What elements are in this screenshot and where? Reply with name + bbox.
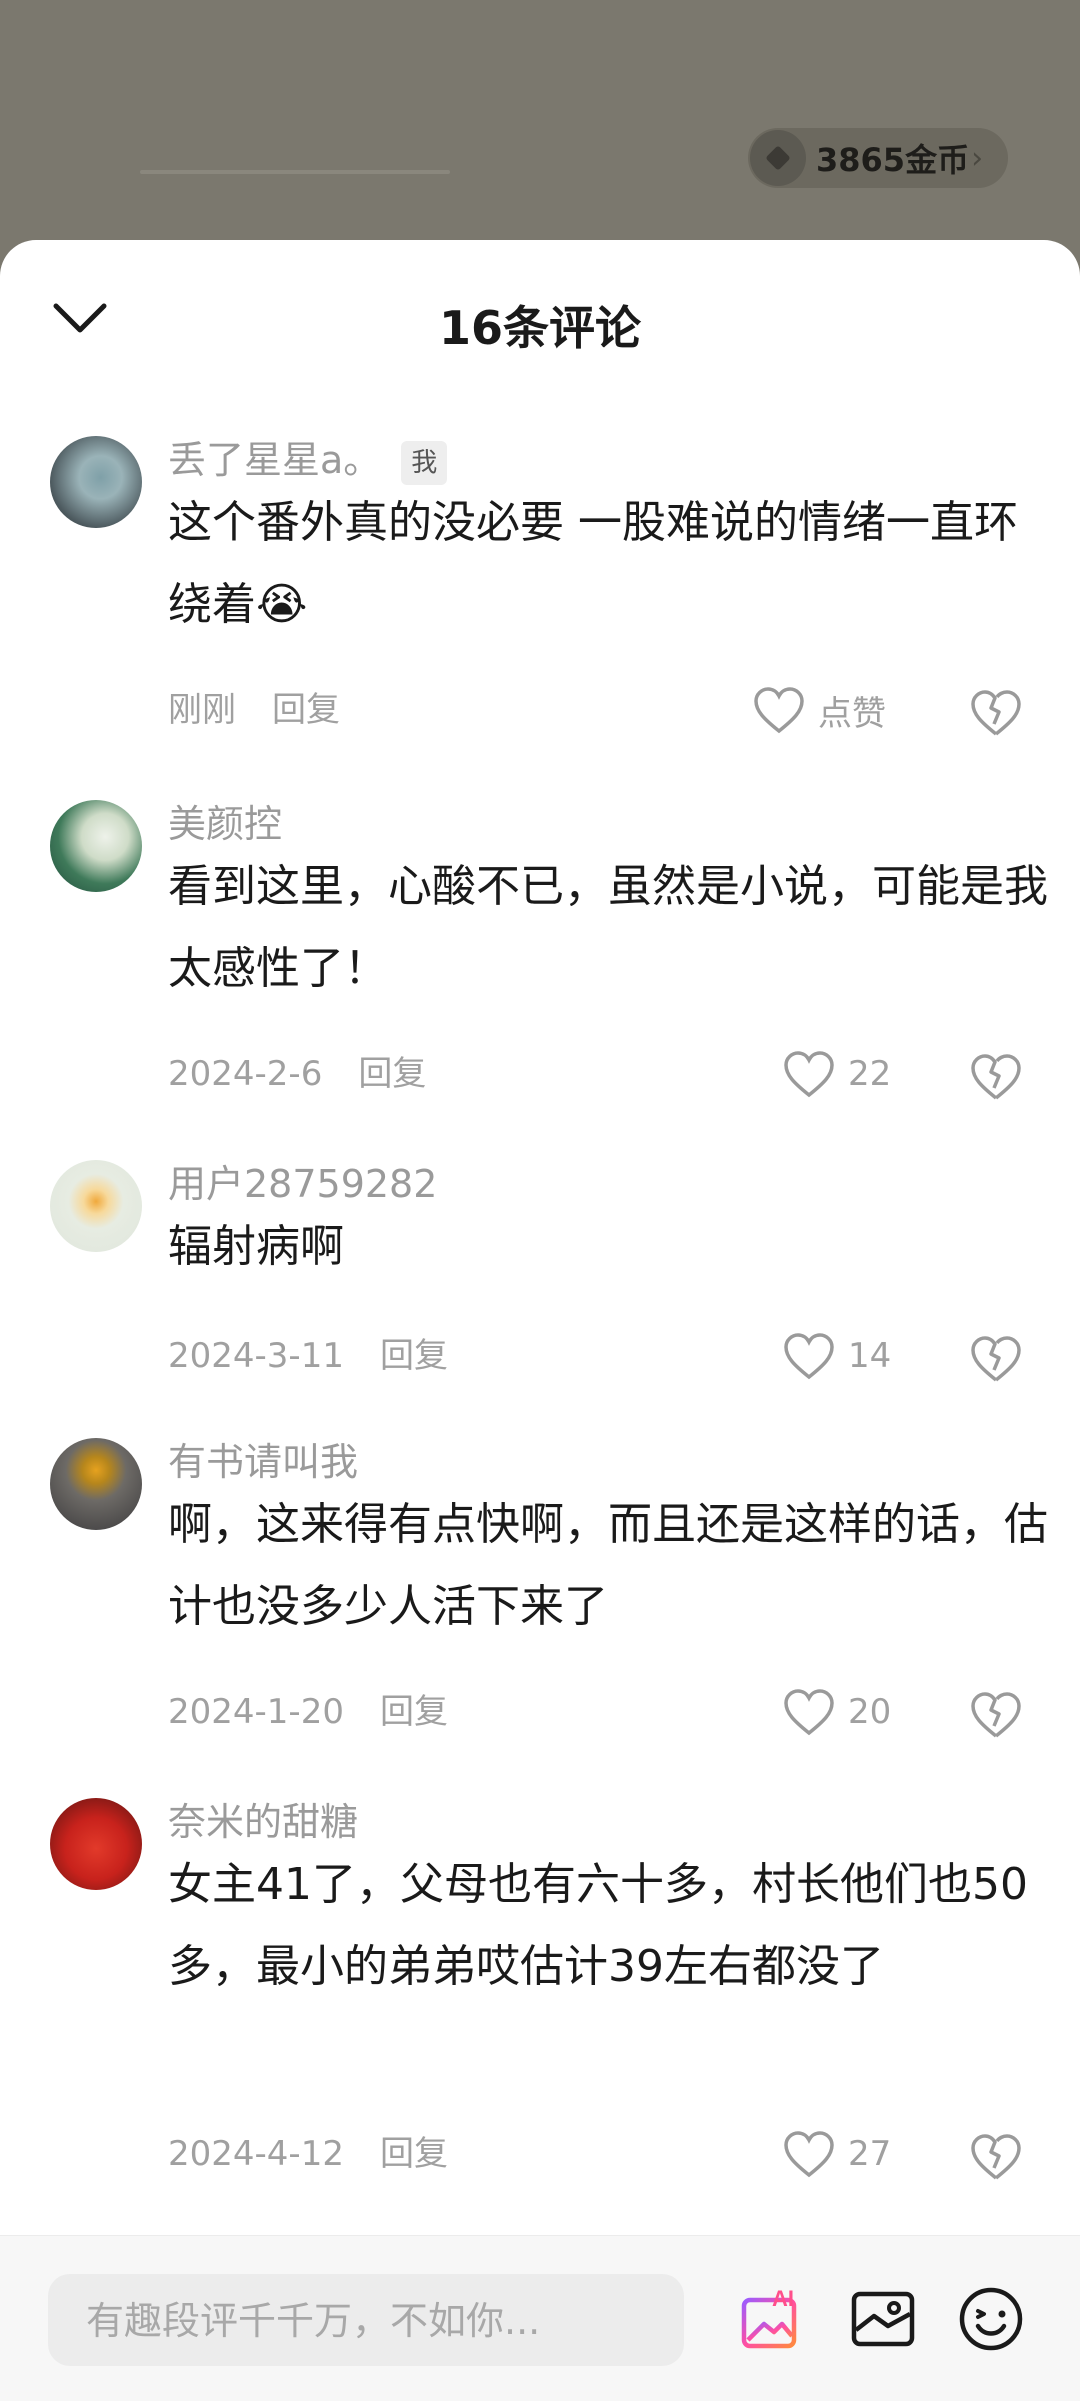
like-count: 27 [848, 2134, 892, 2174]
comment-time: 刚刚 [168, 690, 236, 730]
comment-content[interactable]: 辐射病啊 [168, 1206, 1048, 1288]
sheet-header: 16条评论 [0, 240, 1080, 370]
comment-time: 2024-2-6 [168, 1054, 323, 1094]
comment-username[interactable]: 奈米的甜糖 [168, 1798, 358, 1846]
reply-button[interactable]: 回复 [380, 1692, 448, 1732]
reply-button[interactable]: 回复 [358, 1054, 426, 1094]
broken-heart-icon[interactable] [968, 1048, 1024, 1104]
comment-item: 用户28759282 辐射病啊 2024-3-11 回复 14 [0, 1160, 1080, 1382]
like-count: 点赞 [818, 693, 886, 734]
heart-icon [784, 1689, 834, 1736]
like-button[interactable]: 22 [782, 1044, 891, 1104]
heart-icon [784, 2131, 834, 2178]
like-count: 14 [848, 1336, 892, 1376]
comment-item: 奈米的甜糖 女主41了，父母也有六十多，村长他们也50多，最小的弟弟哎估计39左… [0, 1798, 1080, 2198]
comment-input-bar: AI [0, 2235, 1080, 2401]
emoji-icon[interactable] [956, 2284, 1026, 2354]
avatar[interactable] [50, 1438, 142, 1530]
comment-input-wrapper[interactable] [48, 2274, 684, 2368]
comment-meta: 2024-2-6 回复 [168, 1050, 426, 1098]
reply-button[interactable]: 回复 [272, 690, 340, 730]
chevron-right-icon: › [971, 140, 984, 176]
background-reader-area: 3865金币 › [0, 0, 1080, 240]
like-button[interactable]: 20 [782, 1682, 891, 1742]
like-button[interactable]: 27 [782, 2124, 891, 2184]
comments-title: 16条评论 [438, 301, 641, 355]
comment-username[interactable]: 美颜控 [168, 800, 282, 848]
comment-time: 2024-3-11 [168, 1336, 344, 1376]
coin-icon [750, 130, 806, 186]
like-count: 20 [848, 1692, 892, 1732]
avatar[interactable] [50, 1160, 142, 1252]
heart-icon [784, 1051, 834, 1098]
comment-input[interactable] [84, 2274, 678, 2368]
coins-label: 3865金币 [816, 141, 970, 179]
comment-meta: 2024-1-20 回复 [168, 1688, 448, 1736]
svg-text:AI: AI [772, 2286, 794, 2311]
username-text: 丢了星星a。 [168, 438, 382, 482]
heart-icon [784, 1333, 834, 1380]
reply-button[interactable]: 回复 [380, 2134, 448, 2174]
comment-item: 美颜控 看到这里，心酸不已，虽然是小说，可能是我太感性了！ 2024-2-6 回复… [0, 800, 1080, 1100]
comment-username[interactable]: 用户28759282 [168, 1160, 437, 1208]
broken-heart-icon[interactable] [968, 684, 1024, 740]
comment-content[interactable]: 这个番外真的没必要 一股难说的情绪一直环绕着😭 [168, 482, 1048, 646]
comment-username[interactable]: 有书请叫我 [168, 1438, 358, 1486]
avatar[interactable] [50, 436, 142, 528]
coins-badge[interactable]: 3865金币 › [748, 128, 1008, 188]
like-button[interactable]: 14 [782, 1326, 891, 1386]
comment-username[interactable]: 丢了星星a。我 [168, 436, 448, 485]
like-count: 22 [848, 1054, 892, 1094]
faint-divider [140, 170, 450, 174]
comment-item: 丢了星星a。我 这个番外真的没必要 一股难说的情绪一直环绕着😭 刚刚 回复 点赞 [0, 436, 1080, 736]
comment-time: 2024-1-20 [168, 1692, 344, 1732]
comment-meta: 刚刚 回复 [168, 686, 340, 734]
me-badge: 我 [401, 440, 448, 485]
avatar[interactable] [50, 1798, 142, 1890]
broken-heart-icon[interactable] [968, 1686, 1024, 1742]
reply-button[interactable]: 回复 [380, 1336, 448, 1376]
broken-heart-icon[interactable] [968, 1330, 1024, 1386]
comment-time: 2024-4-12 [168, 2134, 344, 2174]
comment-meta: 2024-3-11 回复 [168, 1332, 448, 1380]
heart-icon [754, 687, 804, 734]
comment-content[interactable]: 看到这里，心酸不已，虽然是小说，可能是我太感性了！ [168, 846, 1048, 1010]
comment-item: 有书请叫我 啊，这来得有点快啊，而且还是这样的话，估计也没多少人活下来了 202… [0, 1438, 1080, 1738]
comments-sheet: 16条评论 丢了星星a。我 这个番外真的没必要 一股难说的情绪一直环绕着😭 刚刚… [0, 240, 1080, 2400]
avatar[interactable] [50, 800, 142, 892]
broken-heart-icon[interactable] [968, 2128, 1024, 2184]
ai-image-icon[interactable]: AI [736, 2284, 806, 2354]
image-upload-icon[interactable] [848, 2284, 918, 2354]
like-button[interactable]: 点赞 [752, 680, 886, 740]
comment-meta: 2024-4-12 回复 [168, 2130, 448, 2178]
comment-content[interactable]: 女主41了，父母也有六十多，村长他们也50多，最小的弟弟哎估计39左右都没了 [168, 1844, 1048, 2008]
comment-content[interactable]: 啊，这来得有点快啊，而且还是这样的话，估计也没多少人活下来了 [168, 1484, 1048, 1648]
